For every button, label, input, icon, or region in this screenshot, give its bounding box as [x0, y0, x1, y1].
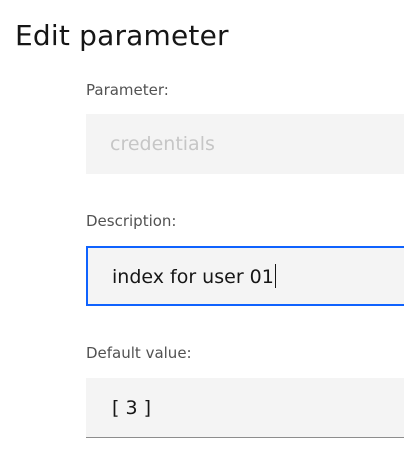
parameter-label: Parameter:: [86, 81, 169, 99]
page-title: Edit parameter: [15, 19, 229, 52]
default-value-label: Default value:: [86, 344, 192, 362]
default-value-text: [ 3 ]: [112, 397, 151, 419]
text-caret: [274, 264, 277, 288]
parameter-value: credentials: [110, 133, 215, 155]
default-value-input[interactable]: [ 3 ]: [86, 378, 404, 438]
description-label: Description:: [86, 212, 177, 230]
parameter-field: credentials: [86, 114, 404, 174]
description-value: index for user 01: [112, 266, 274, 288]
description-input[interactable]: index for user 01: [86, 246, 404, 306]
edit-parameter-panel: Edit parameter Parameter: credentials De…: [0, 0, 404, 464]
